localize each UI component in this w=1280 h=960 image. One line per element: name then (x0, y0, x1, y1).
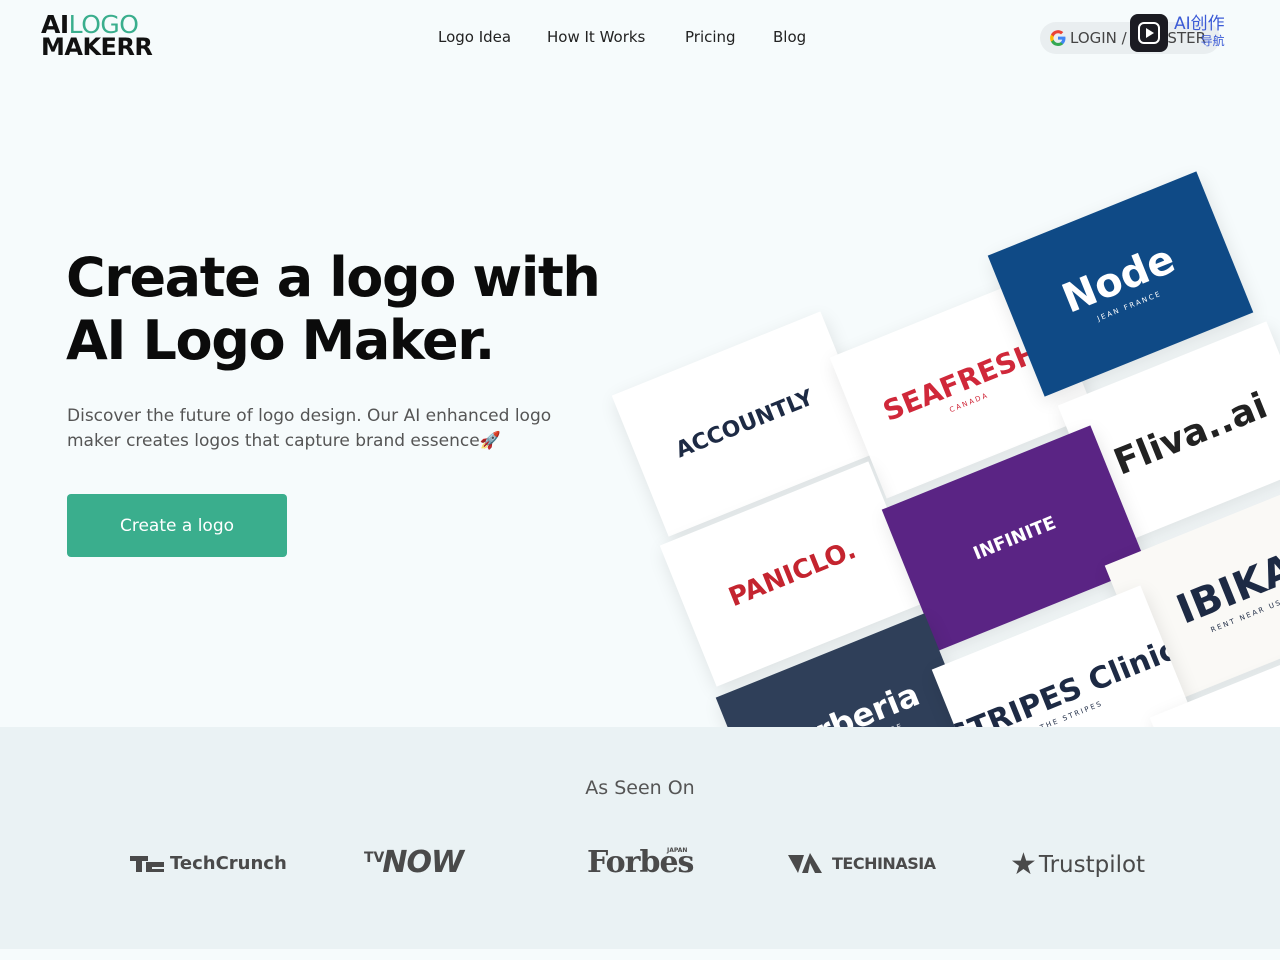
logo-tile-label: Node JEAN FRANCE (1056, 236, 1185, 332)
logo-tile-sublabel: GROOMING LOUNGE (783, 712, 928, 727)
logo-tile-label: ACCOUNTLY (672, 385, 817, 463)
brand-logo[interactable]: AILOGO MAKERR (41, 12, 153, 61)
hero-title-line-2: AI Logo Maker. (66, 309, 495, 372)
logo-tile-label: STRIPES Clinic THE STRIPES (943, 632, 1185, 727)
hero-subtitle: Discover the future of logo design. Our … (67, 406, 552, 451)
techinasia-icon (788, 853, 822, 873)
trustpilot-logo: ★ Trustpilot (1010, 847, 1146, 882)
logo-tile-label: barberiaGROOMING LOUNGE (768, 675, 928, 727)
google-icon (1050, 30, 1066, 46)
techinasia-logo: TECHINASIA (788, 851, 936, 875)
logo-mosaic: ACCOUNTLY SEAFRESH CANADA Node JEAN FRANCE Fl… (560, 80, 1280, 727)
nav-pricing[interactable]: Pricing (685, 28, 736, 46)
logo-tile-label: INFINITE (970, 511, 1059, 565)
logo-tile-label: PANICLO. (724, 534, 861, 614)
logo-tile-label: IBIKA RENT NEAR US (1170, 545, 1280, 643)
tvnow-logo: TV NOW (364, 845, 464, 880)
star-icon: ★ (1010, 847, 1037, 882)
as-seen-on-title: As Seen On (585, 777, 695, 799)
as-seen-on-section: As Seen On TechCrunch TV NOW Forbes JAPA… (0, 727, 1280, 949)
logo-tile-label: SEAFRESH CANADA (878, 335, 1047, 436)
logo-tile-sublabel: CANADA (948, 390, 990, 414)
logo-tile-label: SpaFINA (1240, 709, 1280, 727)
forbes-logo: Forbes JAPAN (587, 845, 694, 880)
watermark-text: AI创作 导航 (1174, 14, 1225, 49)
nav-blog[interactable]: Blog (773, 28, 806, 46)
nav-logo-idea[interactable]: Logo Idea (438, 28, 511, 46)
logo-tile-label: Fliva..ai (1108, 384, 1273, 484)
logo-line-2: MAKERR (41, 33, 153, 61)
hero-title-line-1: Create a logo with (66, 246, 601, 309)
site-header: AILOGO MAKERR Logo Idea How It Works Pri… (0, 0, 1280, 78)
techcrunch-logo: TechCrunch (130, 853, 287, 874)
techcrunch-icon (130, 855, 164, 872)
logo-tile-sublabel: RENT NEAR US (1209, 598, 1280, 635)
nav-how-it-works[interactable]: How It Works (547, 28, 645, 46)
hero-title: Create a logo with AI Logo Maker. (66, 246, 601, 372)
logo-tile-sublabel: JEAN FRANCE (1096, 289, 1163, 323)
watermark-badge: AI创作 导航 (1130, 14, 1225, 52)
create-logo-button[interactable]: Create a logo (67, 494, 287, 557)
watermark-icon (1130, 14, 1168, 52)
